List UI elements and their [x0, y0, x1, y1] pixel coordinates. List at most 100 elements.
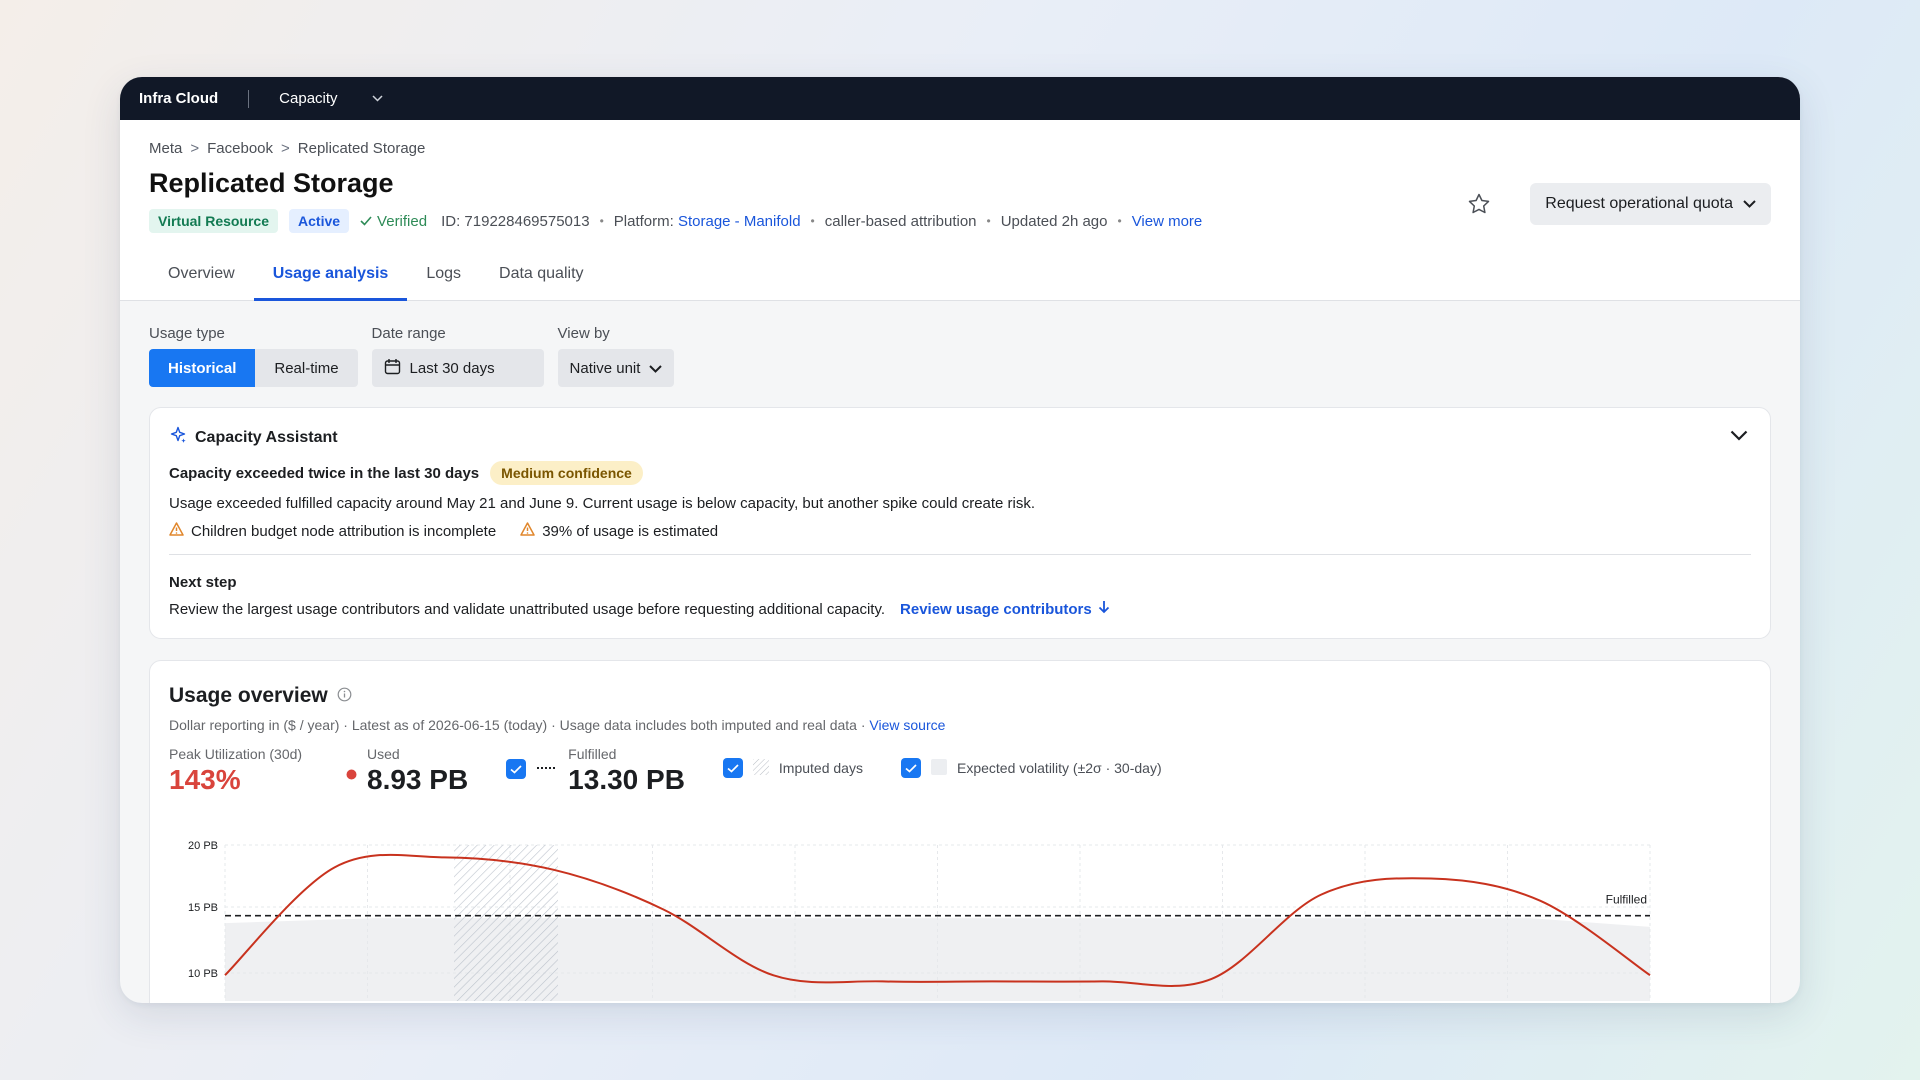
tab-bar: Overview Usage analysis Logs Data qualit…: [149, 253, 1771, 301]
star-icon[interactable]: [1467, 192, 1491, 216]
usage-chart: 20 PB 15 PB 10 PB Fulfilled: [188, 841, 1651, 1001]
breadcrumb-item-current: Replicated Storage: [297, 140, 426, 157]
nav-divider: [248, 89, 250, 108]
sparkle-icon: [169, 426, 187, 449]
separator-dot: •: [810, 214, 815, 228]
product-switcher[interactable]: Capacity: [279, 90, 383, 107]
check-icon: [360, 213, 372, 230]
fulfilled-metric: Fulfilled 13.30 PB: [506, 746, 685, 796]
fulfilled-metric-text: Fulfilled 13.30 PB: [568, 746, 685, 796]
status-badge: Active: [289, 209, 350, 233]
separator-dot: •: [1117, 214, 1122, 228]
info-icon[interactable]: [337, 684, 352, 708]
view-more-link[interactable]: View more: [1132, 213, 1203, 230]
usage-overview-title: Usage overview: [169, 684, 328, 707]
capacity-assistant-panel: Capacity Assistant Capacity exceeded twi…: [149, 407, 1771, 639]
request-quota-label: Request operational quota: [1545, 195, 1733, 212]
used-dot-icon: [346, 767, 357, 796]
tab-data-quality[interactable]: Data quality: [480, 253, 603, 300]
verified-indicator: Verified: [360, 213, 427, 230]
imputed-days-legend: Imputed days: [722, 758, 863, 778]
usage-overview-subtitle: Dollar reporting in ($ / year) · Latest …: [169, 717, 1751, 733]
used-metric: Used 8.93 PB: [346, 746, 468, 796]
usage-type-control: Usage type Historical Real-time: [149, 325, 358, 387]
resource-id: ID: 719228469575013: [441, 212, 590, 230]
realtime-option[interactable]: Real-time: [255, 349, 358, 387]
peak-utilization-label: Peak Utilization (30d): [169, 746, 303, 762]
brand-name[interactable]: Infra Cloud: [139, 90, 218, 107]
peak-utilization-value: 143%: [169, 764, 241, 795]
used-metric-text: Used 8.93 PB: [367, 746, 468, 796]
hatch-swatch-icon: [752, 758, 769, 778]
date-range-label: Date range: [371, 325, 446, 342]
view-by-value: Native unit: [569, 359, 641, 377]
calendar-icon: [384, 358, 401, 379]
request-quota-button[interactable]: Request operational quota: [1530, 183, 1771, 225]
tab-usage-analysis[interactable]: Usage analysis: [253, 253, 408, 301]
used-value: 8.93 PB: [367, 764, 469, 795]
assistant-header: Capacity Assistant: [169, 426, 1751, 449]
fulfilled-label: Fulfilled: [568, 746, 617, 762]
view-by-select[interactable]: Native unit: [557, 349, 675, 387]
subtitle-text: Dollar reporting in ($ / year) · Latest …: [169, 717, 870, 733]
verified-label: Verified: [377, 212, 428, 230]
chevron-down-icon: [649, 360, 663, 377]
warning-text: Children budget node attribution is inco…: [191, 522, 497, 540]
platform-link[interactable]: Storage - Manifold: [678, 213, 801, 230]
y-tick-label: 20 PB: [188, 841, 218, 852]
product-name: Capacity: [279, 90, 338, 107]
top-nav-bar: Infra Cloud Capacity: [120, 77, 1800, 120]
separator-dot: •: [599, 214, 604, 228]
fulfilled-checkbox[interactable]: [506, 759, 527, 779]
next-step-row: Review the largest usage contributors an…: [169, 600, 1751, 618]
divider: [169, 554, 1751, 555]
view-source-link[interactable]: View source: [869, 717, 945, 733]
imputed-days-checkbox[interactable]: [722, 758, 743, 778]
meta-row: Virtual Resource Active Verified ID: 719…: [149, 209, 1771, 233]
peak-utilization-metric: Peak Utilization (30d) 143%: [169, 746, 349, 796]
platform-label: Platform:: [613, 212, 674, 230]
breadcrumb-separator: >: [190, 140, 200, 157]
fulfilled-value: 13.30 PB: [568, 764, 685, 795]
filter-controls: Usage type Historical Real-time Date ran…: [120, 301, 1800, 387]
review-contributors-label: Review usage contributors: [900, 600, 1092, 618]
tab-overview[interactable]: Overview: [149, 253, 254, 300]
fulfilled-label: Fulfilled: [1606, 893, 1647, 907]
y-tick-label: 10 PB: [188, 968, 218, 980]
usage-overview-panel: Usage overview Dollar reporting in ($ / …: [149, 660, 1771, 1003]
breadcrumb-separator: >: [281, 140, 290, 157]
chevron-down-icon: [1743, 195, 1756, 213]
assistant-title: Capacity Assistant: [195, 428, 338, 446]
virtual-resource-tag: Virtual Resource: [149, 209, 279, 233]
warning-icon: [520, 522, 535, 540]
warning-icon: [169, 522, 184, 540]
warning-item: 39% of usage is estimated: [520, 522, 718, 540]
volatility-checkbox[interactable]: [900, 758, 921, 778]
usage-type-label: Usage type: [149, 325, 225, 342]
historical-option[interactable]: Historical: [149, 349, 256, 387]
volatility-label: Expected volatility (±2σ · 30-day): [956, 760, 1162, 776]
tab-logs[interactable]: Logs: [407, 253, 480, 300]
confidence-badge: Medium confidence: [490, 461, 643, 485]
breadcrumb-item-meta[interactable]: Meta: [149, 140, 182, 157]
next-step-title: Next step: [169, 574, 237, 591]
view-by-control: View by Native unit: [557, 325, 675, 387]
warning-text: 39% of usage is estimated: [542, 522, 719, 540]
breadcrumb-item-facebook[interactable]: Facebook: [207, 140, 273, 157]
review-contributors-link[interactable]: Review usage contributors: [900, 600, 1110, 618]
warning-list: Children budget node attribution is inco…: [169, 522, 1751, 540]
used-label: Used: [367, 746, 400, 762]
collapse-chevron-icon[interactable]: [1730, 428, 1748, 446]
arrow-down-icon: [1098, 600, 1110, 618]
date-range-select[interactable]: Last 30 days: [371, 349, 544, 387]
page-title: Replicated Storage: [149, 168, 394, 198]
chevron-down-icon: [372, 93, 383, 105]
usage-type-toggle: Historical Real-time: [149, 349, 358, 387]
page-header: Meta > Facebook > Replicated Storage Rep…: [120, 120, 1800, 301]
separator-dot: •: [986, 214, 991, 228]
attribution-text: caller-based attribution: [824, 212, 977, 230]
insight-title: Capacity exceeded twice in the last 30 d…: [169, 464, 480, 482]
volatility-legend: Expected volatility (±2σ · 30-day): [900, 758, 1162, 778]
app-window: Infra Cloud Capacity Meta > Facebook > R…: [120, 77, 1800, 1003]
y-tick-label: 15 PB: [188, 902, 218, 914]
